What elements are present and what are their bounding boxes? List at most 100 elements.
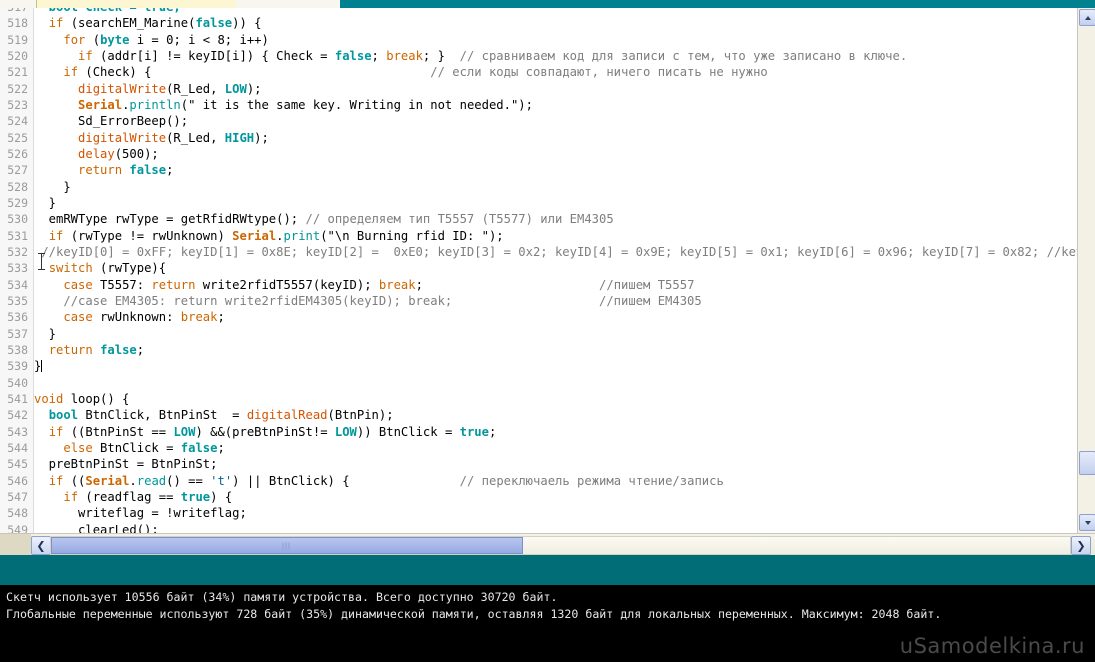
line-number: 540 — [7, 375, 28, 390]
vertical-scrollbar-thumb[interactable] — [1079, 451, 1095, 475]
code-line[interactable]: Sd_ErrorBeep(); — [34, 113, 1095, 129]
code-token: if — [48, 424, 64, 439]
code-token: (readflag == — [78, 489, 181, 504]
line-number: 529 — [7, 195, 28, 210]
line-number: 533 — [7, 261, 28, 276]
code-line[interactable]: if ((BtnPinSt == LOW) &&(preBtnPinSt!= L… — [34, 424, 1095, 440]
code-token: case — [63, 310, 93, 325]
line-number: 521 — [7, 65, 28, 80]
code-line[interactable]: bool Check = true; — [34, 8, 1095, 15]
status-bar — [0, 555, 1095, 585]
code-token: writeflag = !writeflag; — [34, 506, 247, 521]
code-token: (R_Led, — [166, 81, 225, 96]
line-number: 519 — [7, 32, 28, 47]
code-line[interactable]: Serial.println(" it is the same key. Wri… — [34, 97, 1095, 113]
code-line[interactable]: //keyID[0] = 0xFF; keyID[1] = 0x8E; keyI… — [34, 244, 1095, 260]
chevron-up-icon — [1084, 15, 1091, 20]
code-token: false — [334, 48, 372, 63]
code-token: // если коды совпадают, ничего писать не… — [430, 65, 768, 80]
code-line[interactable]: void loop() { — [34, 391, 1095, 407]
code-line[interactable]: switch (rwType){ — [34, 260, 1095, 276]
code-line[interactable]: if ((Serial.read() == 't') || BtnClick) … — [34, 473, 1095, 489]
code-text-area[interactable]: bool Check = true; if (searchEM_Marine(f… — [34, 8, 1095, 533]
scroll-left-button[interactable]: ❮ — [31, 536, 51, 555]
code-line[interactable]: else BtnClick = false; — [34, 440, 1095, 456]
code-token: ; } — [422, 48, 460, 63]
code-token: (500); — [114, 146, 159, 161]
code-token: for — [63, 32, 86, 47]
code-token: byte — [100, 32, 130, 47]
code-token: . — [276, 228, 284, 243]
code-line[interactable]: writeflag = !writeflag; — [34, 505, 1095, 521]
code-line[interactable]: } — [34, 195, 1095, 211]
code-token: } — [34, 195, 57, 210]
code-line[interactable]: delay(500); — [34, 146, 1095, 162]
code-line[interactable]: bool BtnClick, BtnPinSt = digitalRead(Bt… — [34, 407, 1095, 423]
arduino-ide-window: 517518519520 521522523 524525526 527528529 5… — [0, 0, 1095, 662]
code-line[interactable]: digitalWrite(R_Led, HIGH); — [34, 130, 1095, 146]
code-token: else — [63, 440, 93, 455]
line-number: 543 — [7, 424, 28, 439]
code-line[interactable]: if (rwType != rwUnknown) Serial.print("\… — [34, 228, 1095, 244]
code-line[interactable]: } — [34, 358, 1095, 374]
code-line[interactable]: case T5557: return write2rfidT5557(keyID… — [34, 277, 1095, 293]
text-cursor-icon — [38, 253, 45, 270]
code-token: loop() { — [63, 391, 130, 406]
tab-bar-left-filler — [0, 0, 36, 8]
code-line[interactable]: clearLed(); — [34, 522, 1095, 534]
scroll-down-button[interactable] — [1079, 514, 1095, 531]
code-line[interactable]: if (readflag == true) { — [34, 489, 1095, 505]
code-line[interactable] — [34, 375, 1095, 391]
code-token: ; — [488, 424, 497, 439]
scroll-up-button[interactable] — [1079, 9, 1095, 26]
editor-vertical-scrollbar[interactable] — [1077, 8, 1095, 533]
code-token: break — [378, 277, 416, 292]
code-token: return — [151, 277, 196, 292]
code-token: bool — [48, 408, 79, 423]
code-line[interactable]: preBtnPinSt = BtnPinSt; — [34, 456, 1095, 472]
code-line[interactable]: emRWType rwType = getRfidRWtype(); // оп… — [34, 211, 1095, 227]
code-token: } — [34, 326, 57, 341]
code-line[interactable]: if (addr[i] != keyID[i]) { Check = false… — [34, 48, 1095, 64]
code-token: true — [180, 489, 211, 504]
code-token: //keyID[0] = 0xFF; keyID[1] = 0x8E; keyI… — [34, 244, 1095, 259]
code-token: digitalRead — [246, 408, 328, 423]
scroll-right-button[interactable]: ❯ — [1071, 536, 1091, 555]
chevron-down-icon — [1084, 520, 1091, 525]
chevron-left-icon: ❮ — [36, 539, 46, 552]
scrollbar-grip-icon — [282, 542, 292, 549]
line-number: 547 — [7, 489, 28, 504]
tab-bar-right-filler — [236, 0, 340, 8]
line-number: 517 — [0, 8, 33, 15]
code-token: BtnClick = — [92, 440, 181, 455]
code-line[interactable]: digitalWrite(R_Led, LOW); — [34, 81, 1095, 97]
code-token: i = 0; i < 8; i++) — [129, 32, 269, 47]
code-line[interactable]: for (byte i = 0; i < 8; i++) — [34, 32, 1095, 48]
code-line[interactable]: } — [34, 326, 1095, 342]
code-token: (BtnPin); — [327, 408, 394, 423]
code-token: case — [63, 277, 93, 292]
code-line[interactable]: if (searchEM_Marine(false)) { — [34, 15, 1095, 31]
code-token: if — [78, 48, 93, 63]
code-line[interactable]: case rwUnknown: break; — [34, 309, 1095, 325]
code-line[interactable]: //case EM4305: return write2rfidEM4305(k… — [34, 293, 1095, 309]
editor-horizontal-scrollbar[interactable]: ❮ ❯ — [0, 533, 1095, 556]
code-line[interactable]: return false; — [34, 162, 1095, 178]
horizontal-scrollbar-thumb[interactable] — [51, 537, 523, 554]
code-line[interactable]: if (Check) { // если коды совпадают, нич… — [34, 64, 1095, 80]
code-token: false — [180, 440, 218, 455]
horizontal-scrollbar-track[interactable] — [50, 536, 1071, 555]
code-line[interactable]: } — [34, 179, 1095, 195]
code-line[interactable]: return false; — [34, 342, 1095, 358]
code-editor[interactable]: 517518519520 521522523 524525526 527528529 5… — [0, 8, 1095, 533]
code-token: T5557: — [92, 277, 152, 292]
